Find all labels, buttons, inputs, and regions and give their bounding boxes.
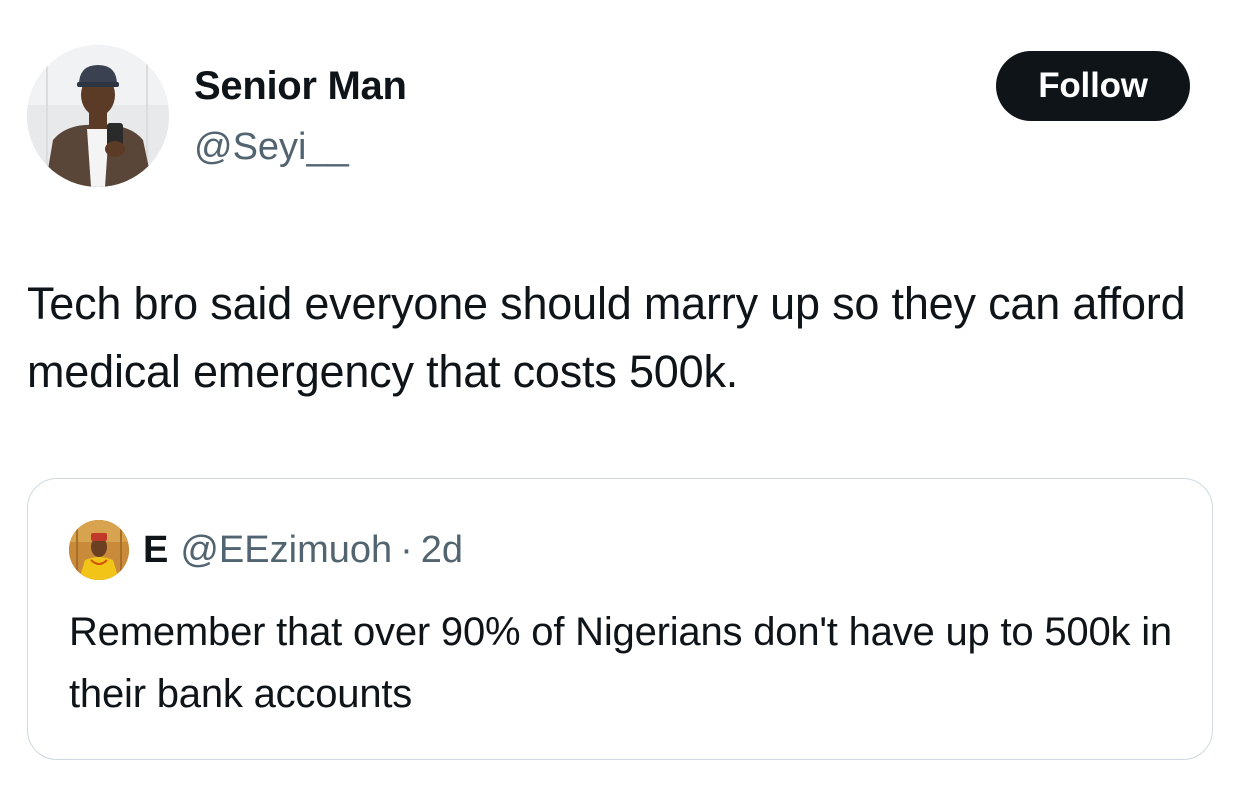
quoted-author-display-name[interactable]: E (143, 525, 168, 575)
quoted-tweet-text: Remember that over 90% of Nigerians don'… (69, 610, 1172, 716)
tweet: Senior Man @Seyi__ Follow Tech bro said … (0, 0, 1242, 796)
author-avatar-image (27, 45, 169, 187)
quoted-tweet-card[interactable]: E @EEzimuoh · 2d Remember that over 90% … (27, 478, 1213, 760)
quoted-tweet-timestamp[interactable]: 2d (421, 525, 463, 575)
quoted-author-avatar[interactable] (69, 520, 129, 580)
tweet-text: Tech bro said everyone should marry up s… (27, 278, 1186, 397)
quoted-author-avatar-image (69, 520, 129, 580)
author-display-name[interactable]: Senior Man (194, 60, 407, 112)
quoted-author-handle[interactable]: @EEzimuoh (180, 525, 392, 575)
author-avatar[interactable] (27, 45, 169, 187)
quoted-tweet-header: E @EEzimuoh · 2d (143, 525, 463, 575)
follow-button[interactable]: Follow (996, 51, 1190, 121)
author-handle[interactable]: @Seyi__ (194, 122, 349, 172)
quoted-tweet-separator: · (400, 529, 413, 571)
